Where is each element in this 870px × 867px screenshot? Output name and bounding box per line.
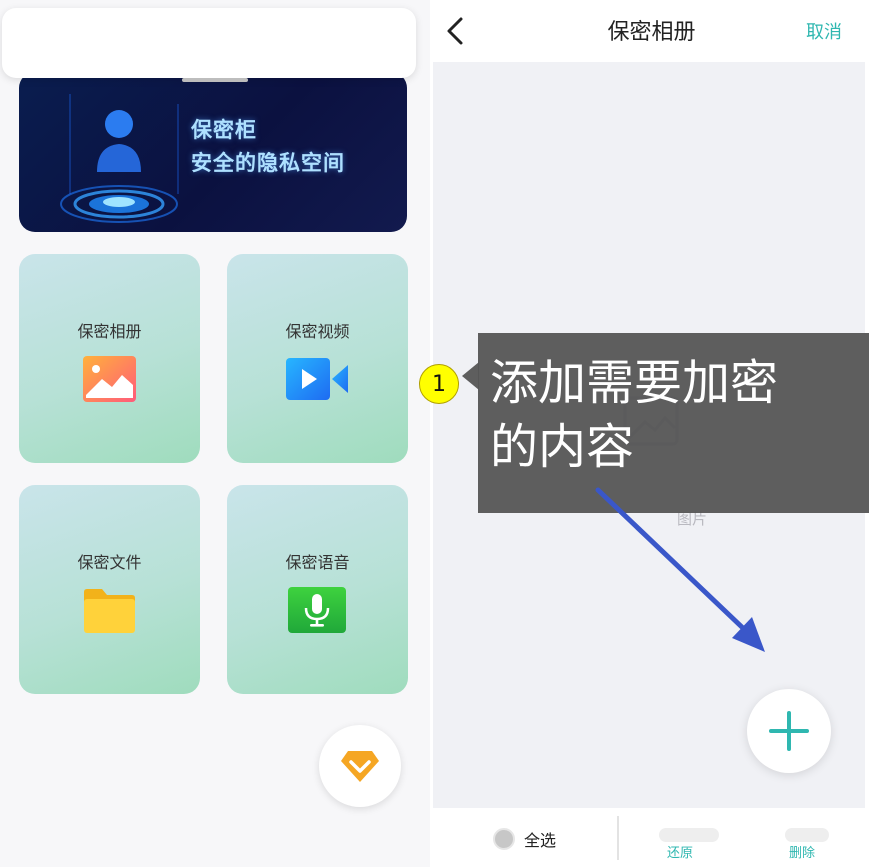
card-label: 保密文件	[77, 553, 142, 572]
callout-text: 添加需要加密 的内容	[490, 351, 860, 479]
page-title: 保密相册	[607, 20, 696, 45]
select-all-label: 全选	[524, 831, 557, 850]
divider	[617, 816, 619, 860]
user-shield-icon	[60, 94, 179, 223]
banner-subtitle: 安全的隐私空间	[191, 151, 345, 175]
secure-voice-card[interactable]: 保密语音	[227, 485, 408, 694]
select-all-radio[interactable]	[493, 828, 515, 850]
microphone-icon	[288, 587, 346, 633]
vault-banner: 保密柜 安全的隐私空间	[19, 72, 407, 232]
callout-line-2: 的内容	[490, 419, 635, 475]
callout-line-1: 添加需要加密	[490, 355, 779, 411]
secure-album-card[interactable]: 保密相册	[19, 254, 200, 463]
diamond-icon	[341, 751, 379, 782]
card-label: 保密视频	[285, 322, 350, 341]
bottom-action-bar: 全选 还原 删除	[433, 808, 870, 867]
restore-label: 还原	[667, 846, 694, 861]
sheet-handle[interactable]	[182, 78, 248, 82]
card-label: 保密语音	[285, 553, 350, 572]
vault-home-panel: 保密柜 安全的隐私空间 保密相册 保密视频 保密文件 保密语音	[0, 0, 430, 867]
delete-label: 删除	[789, 846, 816, 861]
image-icon	[83, 356, 136, 402]
instruction-callout: 添加需要加密 的内容	[478, 333, 869, 513]
add-button[interactable]	[747, 689, 831, 773]
delete-button[interactable]: 删除	[783, 826, 843, 862]
banner-title: 保密柜	[191, 118, 257, 142]
card-label: 保密相册	[77, 322, 142, 341]
vip-button[interactable]	[319, 725, 401, 807]
folder-icon	[84, 589, 135, 633]
select-all-toggle[interactable]: 全选	[493, 827, 556, 851]
restore-button[interactable]: 还原	[659, 826, 719, 862]
callout-pointer	[462, 362, 479, 390]
plus-icon	[769, 711, 809, 751]
cancel-button[interactable]: 取消	[806, 18, 842, 44]
top-sheet	[2, 8, 416, 82]
secure-file-card[interactable]: 保密文件	[19, 485, 200, 694]
banner-text: 保密柜 安全的隐私空间	[191, 114, 345, 180]
restore-icon	[659, 828, 719, 842]
delete-icon	[785, 828, 829, 842]
secure-video-card[interactable]: 保密视频	[227, 254, 408, 463]
video-icon	[286, 358, 348, 400]
nav-bar: 保密相册 取消	[433, 0, 870, 62]
step-number-badge: 1	[419, 364, 459, 404]
